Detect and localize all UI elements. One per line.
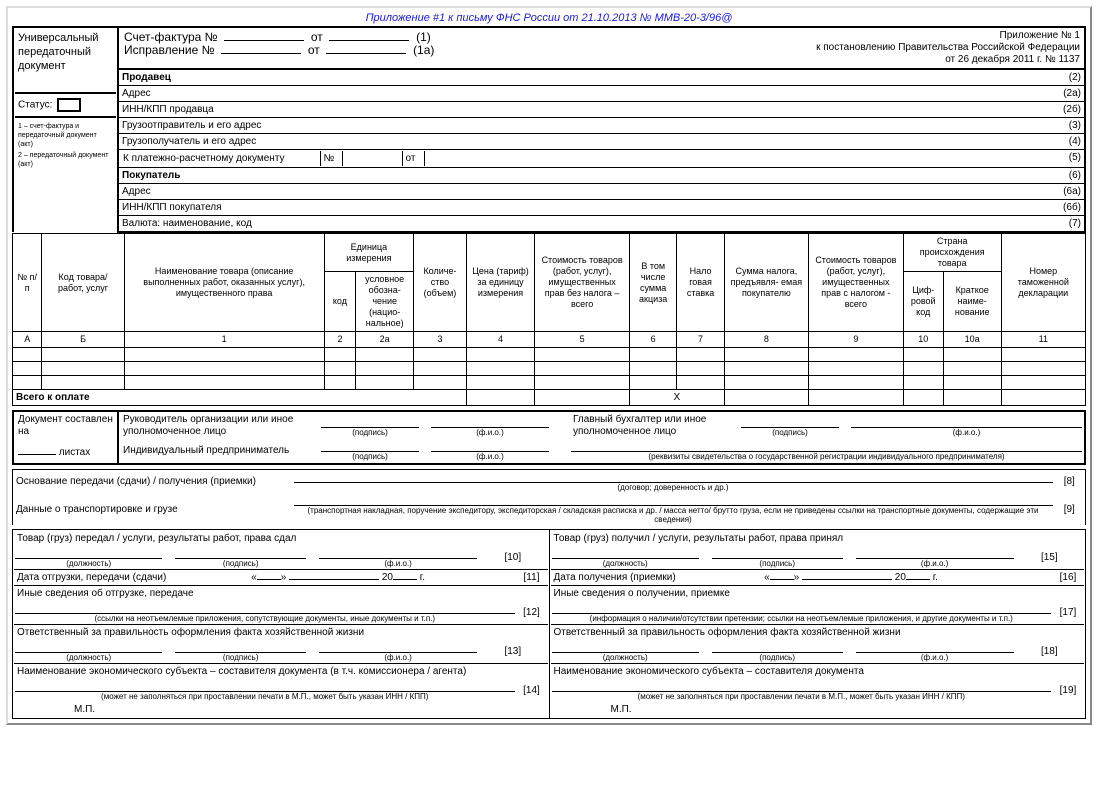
- header-table: Универсальный передаточный документ Стат…: [12, 26, 1086, 233]
- status-note-2: 2 – передаточный документ (акт): [18, 151, 113, 169]
- ip-sign[interactable]: [321, 440, 419, 452]
- basis-value[interactable]: [294, 471, 1053, 483]
- ip-fio[interactable]: [431, 440, 549, 452]
- basis-row: Основание передачи (сдачи) / получения (…: [12, 469, 1086, 525]
- correction-date[interactable]: [326, 53, 406, 54]
- table-row[interactable]: [13, 362, 1086, 376]
- trans-value[interactable]: [294, 494, 1053, 506]
- top-attachment-note: Приложение #1 к письму ФНС России от 21.…: [12, 12, 1086, 24]
- items-table: № п/п Код товара/ работ, услуг Наименова…: [12, 233, 1086, 406]
- status-note-1: 1 – счет-фактура и передаточный документ…: [18, 122, 113, 149]
- pay-date[interactable]: [424, 151, 762, 166]
- acc-fio[interactable]: [851, 416, 1082, 428]
- doc-title: Универсальный: [18, 32, 99, 44]
- status-box[interactable]: [57, 98, 81, 112]
- page: Приложение #1 к письму ФНС России от 21.…: [6, 6, 1092, 725]
- invoice-no[interactable]: [224, 40, 304, 41]
- sheets-count[interactable]: [18, 454, 56, 455]
- acc-sign[interactable]: [741, 416, 839, 428]
- table-row[interactable]: [13, 376, 1086, 390]
- bottom-two-col: Товар (груз) передал / услуги, результат…: [12, 529, 1086, 719]
- signatures-block: Документ составлен на листах Руководител…: [12, 410, 1086, 465]
- table-row[interactable]: [13, 348, 1086, 362]
- status-label: Статус:: [18, 100, 52, 111]
- head-fio[interactable]: [431, 416, 549, 428]
- head-sign[interactable]: [321, 416, 419, 428]
- ip-rekv[interactable]: [571, 440, 1082, 452]
- invoice-date[interactable]: [329, 40, 409, 41]
- pay-no[interactable]: [342, 151, 402, 166]
- correction-no[interactable]: [221, 53, 301, 54]
